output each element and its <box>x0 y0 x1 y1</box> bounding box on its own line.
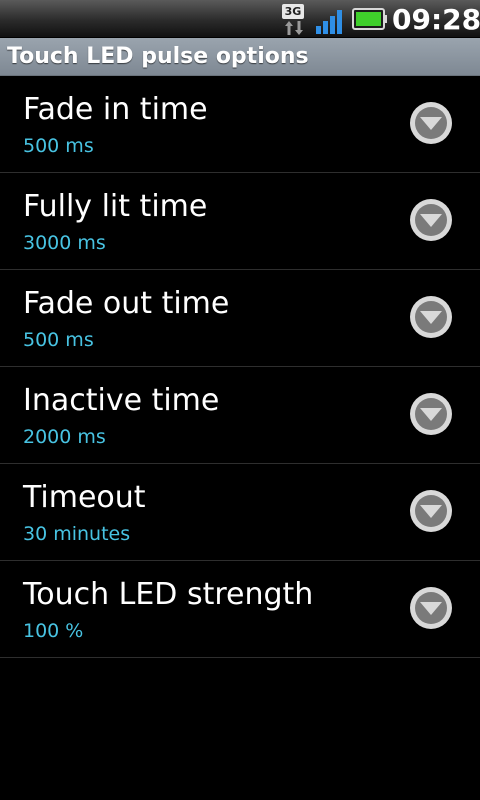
dropdown-arrow-icon[interactable] <box>408 100 454 146</box>
setting-title: Fully lit time <box>23 189 208 224</box>
network-type-label: 3G <box>282 4 304 19</box>
setting-fade-out-time[interactable]: Fade out time 500 ms <box>0 270 480 367</box>
status-bar: 3G 09:28 <box>0 0 480 38</box>
setting-touch-led-strength[interactable]: Touch LED strength 100 % <box>0 561 480 658</box>
battery-icon <box>352 8 387 30</box>
dropdown-arrow-icon[interactable] <box>408 391 454 437</box>
setting-value: 3000 ms <box>23 232 106 254</box>
settings-list: Fade in time 500 ms Fully lit time 3000 … <box>0 76 480 658</box>
title-bar: Touch LED pulse options <box>0 38 480 76</box>
dropdown-arrow-icon[interactable] <box>408 488 454 534</box>
setting-value: 500 ms <box>23 135 94 157</box>
setting-value: 30 minutes <box>23 523 131 545</box>
page-title: Touch LED pulse options <box>7 44 309 69</box>
network-3g-icon: 3G <box>282 4 304 36</box>
setting-value: 500 ms <box>23 329 94 351</box>
dropdown-arrow-icon[interactable] <box>408 294 454 340</box>
clock: 09:28 <box>392 3 480 36</box>
dropdown-arrow-icon[interactable] <box>408 585 454 631</box>
setting-inactive-time[interactable]: Inactive time 2000 ms <box>0 367 480 464</box>
setting-title: Touch LED strength <box>23 577 314 612</box>
setting-title: Inactive time <box>23 383 220 418</box>
setting-value: 2000 ms <box>23 426 106 448</box>
setting-timeout[interactable]: Timeout 30 minutes <box>0 464 480 561</box>
setting-title: Fade out time <box>23 286 230 321</box>
setting-title: Timeout <box>23 480 146 515</box>
setting-value: 100 % <box>23 620 84 642</box>
setting-fully-lit-time[interactable]: Fully lit time 3000 ms <box>0 173 480 270</box>
setting-title: Fade in time <box>23 92 208 127</box>
dropdown-arrow-icon[interactable] <box>408 197 454 243</box>
setting-fade-in-time[interactable]: Fade in time 500 ms <box>0 76 480 173</box>
signal-strength-icon <box>316 10 342 34</box>
data-activity-icon <box>285 21 303 35</box>
